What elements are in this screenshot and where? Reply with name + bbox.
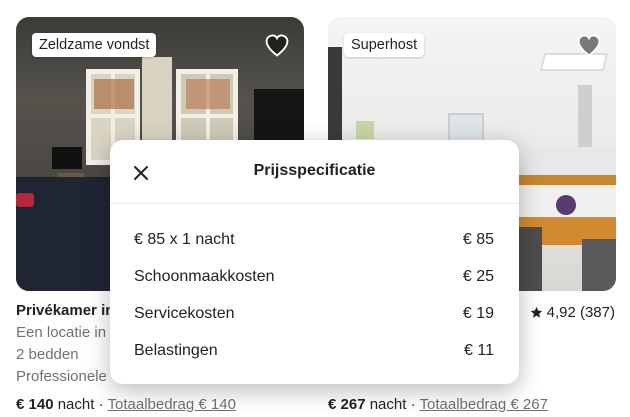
total-price-link[interactable]: Totaalbedrag € 140 <box>108 396 236 413</box>
price-row-label: Servicekosten <box>134 305 235 322</box>
price-unit: nacht <box>369 396 407 413</box>
rating-value: 4,92 (387) <box>546 304 615 321</box>
heart-icon[interactable] <box>576 33 602 57</box>
price-row-value: € 11 <box>464 342 494 359</box>
price-separator: · <box>98 396 104 413</box>
price-row-label: Belastingen <box>134 342 218 359</box>
price-row-value: € 19 <box>462 305 494 322</box>
price-row-label: € 85 x 1 nacht <box>134 231 235 248</box>
heart-icon[interactable] <box>264 33 290 57</box>
popover-title: Prijsspecificatie <box>253 162 376 179</box>
price-amount: € 140 <box>16 396 54 413</box>
badge-rare-find: Zeldzame vondst <box>32 33 157 57</box>
badge-superhost: Superhost <box>344 33 425 57</box>
star-icon <box>530 306 542 318</box>
price-separator: · <box>410 396 416 413</box>
listing-price: € 140 nacht · Totaalbedrag € 140 <box>16 396 236 413</box>
price-row: € 85 x 1 nacht € 85 <box>134 231 494 249</box>
listing-beds: 2 bedden <box>16 346 79 363</box>
price-breakdown-popover: Prijsspecificatie € 85 x 1 nacht € 85 Sc… <box>110 140 519 384</box>
listing-host-type: Professionele <box>16 368 107 385</box>
price-unit: nacht <box>57 396 95 413</box>
listing-rating: 4,92 (387) <box>530 304 615 321</box>
price-row: Schoonmaakkosten € 25 <box>134 268 494 286</box>
price-amount: € 267 <box>328 396 366 413</box>
listing-price: € 267 nacht · Totaalbedrag € 267 <box>328 396 548 413</box>
price-row-label: Schoonmaakkosten <box>134 268 275 285</box>
price-row-value: € 85 <box>462 231 494 248</box>
price-row: Belastingen € 11 <box>134 342 494 360</box>
price-row: Servicekosten € 19 <box>134 305 494 323</box>
popover-header: Prijsspecificatie <box>110 140 519 204</box>
listing-subtitle: Een locatie in <box>16 324 107 341</box>
listing-title[interactable]: Privékamer in <box>16 302 114 319</box>
price-row-value: € 25 <box>462 268 494 285</box>
total-price-link[interactable]: Totaalbedrag € 267 <box>420 396 548 413</box>
